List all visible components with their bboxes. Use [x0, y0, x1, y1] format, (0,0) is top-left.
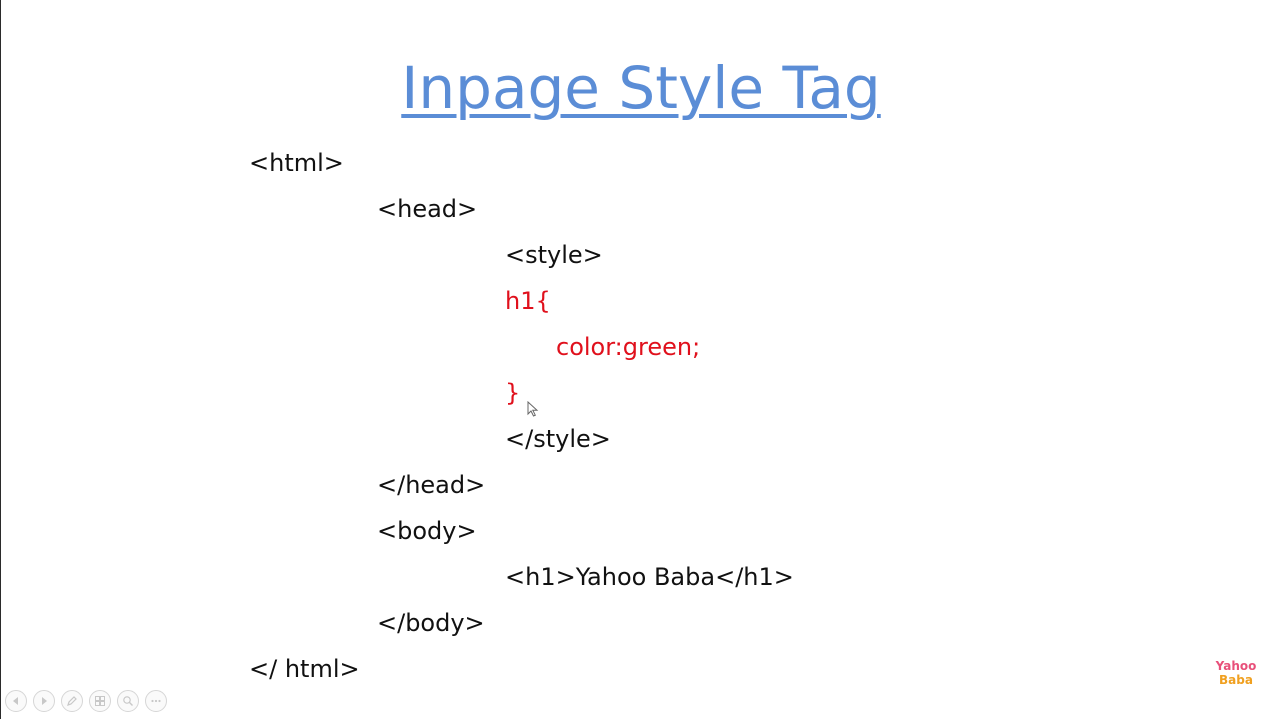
- code-line-html-open: <html>: [249, 149, 344, 177]
- pen-icon: [67, 696, 77, 706]
- slide-title: Inpage Style Tag: [1, 52, 1280, 124]
- logo-line-2: Baba: [1219, 673, 1253, 687]
- code-line-css-close: }: [505, 379, 521, 407]
- see-all-slides-button[interactable]: [89, 690, 111, 712]
- code-line-body-open: <body>: [377, 517, 477, 545]
- mouse-pointer-icon: [527, 401, 539, 417]
- code-line-style-open: <style>: [505, 241, 603, 269]
- previous-icon: [13, 697, 18, 705]
- slides-icon: [95, 696, 105, 706]
- code-line-css-selector: h1{: [505, 287, 551, 315]
- zoom-icon: [123, 696, 133, 706]
- code-line-h1: <h1>Yahoo Baba</h1>: [505, 563, 794, 591]
- code-line-style-close: </style>: [505, 425, 611, 453]
- slide-title-text: Inpage Style Tag: [401, 54, 881, 122]
- more-options-button[interactable]: [145, 690, 167, 712]
- zoom-button[interactable]: [117, 690, 139, 712]
- next-slide-button[interactable]: [33, 690, 55, 712]
- next-icon: [42, 697, 47, 705]
- logo-line-1: Yahoo: [1215, 659, 1257, 673]
- code-line-head-close: </head>: [377, 471, 486, 499]
- slide: Inpage Style Tag <html> <head> <style> h…: [0, 0, 1280, 719]
- code-line-html-close: </ html>: [249, 655, 360, 683]
- more-icon: [151, 699, 161, 703]
- pen-tool-button[interactable]: [61, 690, 83, 712]
- code-line-css-property: color:green;: [556, 333, 701, 361]
- presentation-controls: [5, 690, 167, 712]
- previous-slide-button[interactable]: [5, 690, 27, 712]
- code-line-head-open: <head>: [377, 195, 478, 223]
- code-line-body-close: </body>: [377, 609, 485, 637]
- yahoo-baba-logo: Yahoo Baba: [1213, 659, 1259, 689]
